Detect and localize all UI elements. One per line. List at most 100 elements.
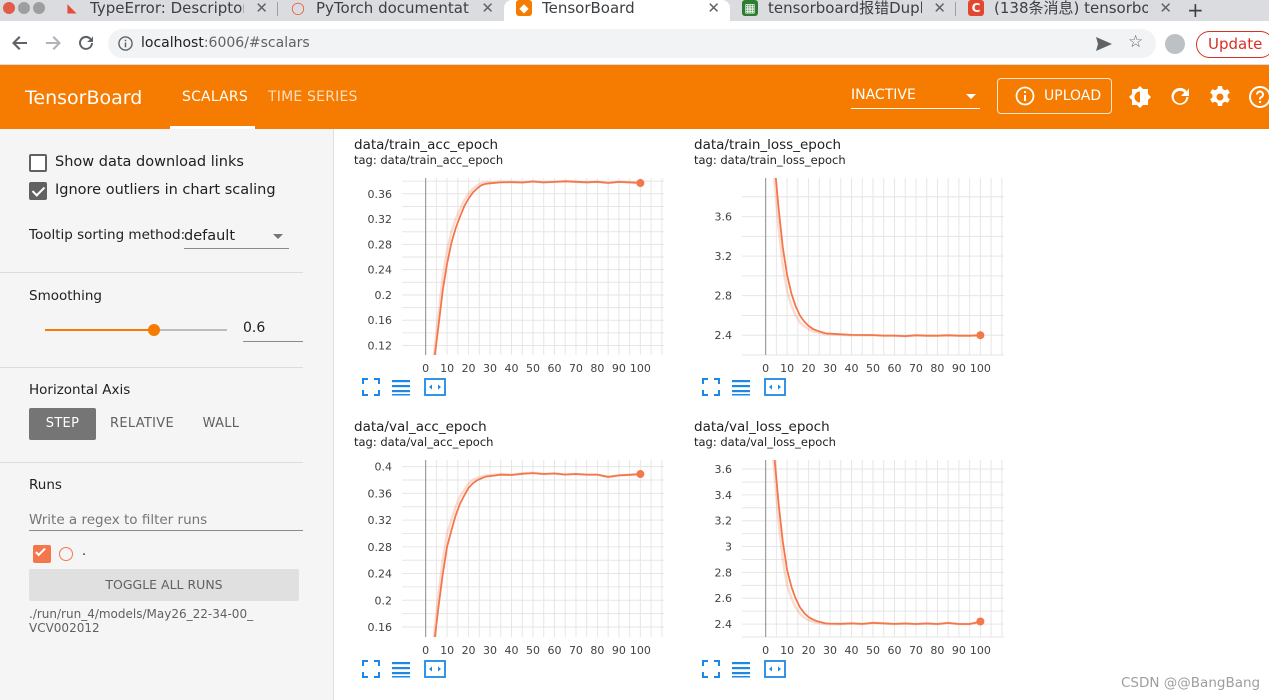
refresh-icon[interactable]	[1168, 85, 1192, 109]
toggle-log-scale-icon[interactable]	[732, 660, 750, 678]
browser-tab-title: tensorboard报错Dupl	[768, 0, 922, 16]
fullscreen-icon[interactable]	[362, 660, 380, 678]
x-tick-label: 50	[526, 362, 540, 375]
address-bar[interactable]: localhost:6006/#scalars ☆	[108, 29, 1156, 58]
browser-tab-title: PyTorch documentation	[316, 0, 470, 16]
browser-tab-4[interactable]: C (138条消息) tensorbo ✕	[956, 0, 1182, 21]
x-tick-label: 0	[762, 644, 769, 657]
fit-domain-icon[interactable]	[764, 378, 786, 396]
x-tick-label: 90	[952, 362, 966, 375]
x-tick-label: 50	[526, 644, 540, 657]
x-tick-label: 40	[845, 362, 859, 375]
sidebar: Show data download links Ignore outliers…	[0, 129, 334, 700]
series-end-point	[976, 617, 985, 626]
new-tab-icon[interactable]: +	[1187, 0, 1204, 22]
chevron-down-icon	[966, 94, 976, 99]
chart-plot[interactable]: 0.12 0.16 0.2 0.24 0.28 0.32 0.36 0 10 20 30 40 50 60…	[354, 170, 674, 375]
chart-plot[interactable]: 0.16 0.2 0.24 0.28 0.32 0.36 0.4 0 10 20 30 40 50 60 7…	[354, 452, 674, 657]
tooltip-sorting-value: default	[184, 228, 236, 244]
runs-filter-input[interactable]: Write a regex to filter runs	[29, 509, 303, 531]
fit-domain-icon[interactable]	[764, 660, 786, 678]
close-tab-icon[interactable]: ✕	[255, 0, 268, 16]
fit-domain-icon[interactable]	[424, 660, 446, 678]
fullscreen-icon[interactable]	[702, 378, 720, 396]
close-tab-icon[interactable]: ✕	[481, 0, 494, 16]
tab-scalars[interactable]: SCALARS	[182, 89, 248, 105]
browser-tab-0[interactable]: ◣ TypeError: Descriptor ✕	[52, 0, 278, 21]
tab-time-series[interactable]: TIME SERIES	[268, 89, 358, 105]
x-tick-label: 100	[630, 644, 651, 657]
browser-tab-title: (138条消息) tensorbo	[994, 0, 1148, 16]
window-close-icon[interactable]	[3, 2, 15, 14]
window-minimize-icon[interactable]	[18, 2, 30, 14]
run-checkbox[interactable]	[33, 545, 51, 563]
show-download-links-checkbox[interactable]	[29, 154, 47, 172]
fullscreen-icon[interactable]	[362, 378, 380, 396]
x-tick-label: 30	[483, 362, 497, 375]
chart-tag: tag: data/train_acc_epoch	[354, 153, 504, 167]
close-tab-icon[interactable]: ✕	[1159, 0, 1172, 16]
info-icon[interactable]	[118, 36, 133, 51]
browser-tab-3[interactable]: ▦ tensorboard报错Dupl ✕	[730, 0, 956, 21]
send-icon[interactable]	[1096, 37, 1112, 51]
axis-wall-button[interactable]: WALL	[191, 408, 251, 440]
browser-tab-1[interactable]: ◯ PyTorch documentation ✕	[278, 0, 504, 21]
x-tick-label: 80	[930, 362, 944, 375]
toggle-log-scale-icon[interactable]	[392, 660, 410, 678]
run-color-radio[interactable]	[59, 547, 73, 561]
browser-tab-2[interactable]: ◆ TensorBoard ✕	[504, 0, 730, 21]
close-tab-icon[interactable]: ✕	[707, 0, 720, 16]
x-tick-label: 70	[569, 644, 583, 657]
chart-card-train-acc: data/train_acc_epoch tag: data/train_acc…	[334, 130, 674, 410]
chart-plot[interactable]: 2.4 2.8 3.2 3.6 0 10 20 30 40 50 60 70 80 90 100	[694, 170, 1014, 375]
forward-icon[interactable]	[42, 32, 64, 54]
ignore-outliers-checkbox[interactable]	[29, 182, 47, 200]
x-tick-label: 70	[569, 362, 583, 375]
fullscreen-icon[interactable]	[702, 660, 720, 678]
chart-card-val-acc: data/val_acc_epoch tag: data/val_acc_epo…	[334, 412, 674, 692]
chart-tag: tag: data/train_loss_epoch	[694, 153, 846, 167]
help-icon[interactable]	[1248, 85, 1269, 109]
upload-label: UPLOAD	[1044, 88, 1102, 104]
tooltip-sorting-select[interactable]: default	[184, 225, 289, 247]
dark-mode-icon[interactable]	[1128, 85, 1152, 109]
toggle-log-scale-icon[interactable]	[392, 378, 410, 396]
chart-plot[interactable]: 2.4 2.6 2.8 3 3.2 3.4 3.6 0 10 20 30 40 50 60 70 80 90 10…	[694, 452, 1014, 657]
settings-gear-icon[interactable]	[1208, 85, 1232, 109]
y-tick-label: 2.8	[715, 566, 733, 579]
chart-tag: tag: data/val_acc_epoch	[354, 435, 494, 449]
close-tab-icon[interactable]: ✕	[933, 0, 946, 16]
y-tick-label: 2.6	[715, 592, 733, 605]
bookmark-star-icon[interactable]: ☆	[1128, 32, 1143, 52]
upload-button[interactable]: UPLOAD	[997, 78, 1112, 114]
toggle-all-runs-button[interactable]: TOGGLE ALL RUNS	[29, 569, 299, 601]
chart-card-train-loss: data/train_loss_epoch tag: data/train_lo…	[674, 130, 1014, 410]
smoothing-slider-thumb[interactable]	[148, 324, 161, 336]
smoothing-input[interactable]: 0.6	[243, 320, 265, 336]
y-tick-label: 3.2	[715, 250, 733, 263]
update-button[interactable]: Update	[1196, 31, 1269, 58]
horizontal-axis-label: Horizontal Axis	[29, 382, 131, 398]
y-tick-label: 0.28	[368, 238, 393, 251]
reload-select-value: INACTIVE	[851, 87, 916, 103]
x-tick-label: 100	[970, 644, 991, 657]
y-tick-label: 0.2	[375, 289, 393, 302]
axis-step-button[interactable]: STEP	[29, 408, 96, 440]
profile-icon[interactable]	[1165, 34, 1185, 54]
x-tick-label: 80	[930, 644, 944, 657]
axis-relative-button[interactable]: RELATIVE	[107, 408, 177, 440]
browser-tab-strip: ◣ TypeError: Descriptor ✕ ◯ PyTorch docu…	[0, 0, 1269, 22]
reload-select[interactable]: INACTIVE	[851, 87, 980, 109]
tooltip-sorting-label: Tooltip sorting method:	[29, 227, 186, 243]
back-icon[interactable]	[9, 32, 31, 54]
series-end-point	[976, 331, 985, 340]
y-tick-label: 3.4	[715, 489, 733, 502]
toggle-log-scale-icon[interactable]	[732, 378, 750, 396]
reload-page-icon[interactable]	[75, 32, 97, 54]
window-maximize-icon[interactable]	[33, 2, 45, 14]
y-tick-label: 0.24	[368, 264, 393, 277]
y-tick-label: 2.4	[715, 329, 733, 342]
chart-title: data/val_acc_epoch	[354, 419, 487, 435]
fit-domain-icon[interactable]	[424, 378, 446, 396]
x-tick-label: 20	[802, 362, 816, 375]
